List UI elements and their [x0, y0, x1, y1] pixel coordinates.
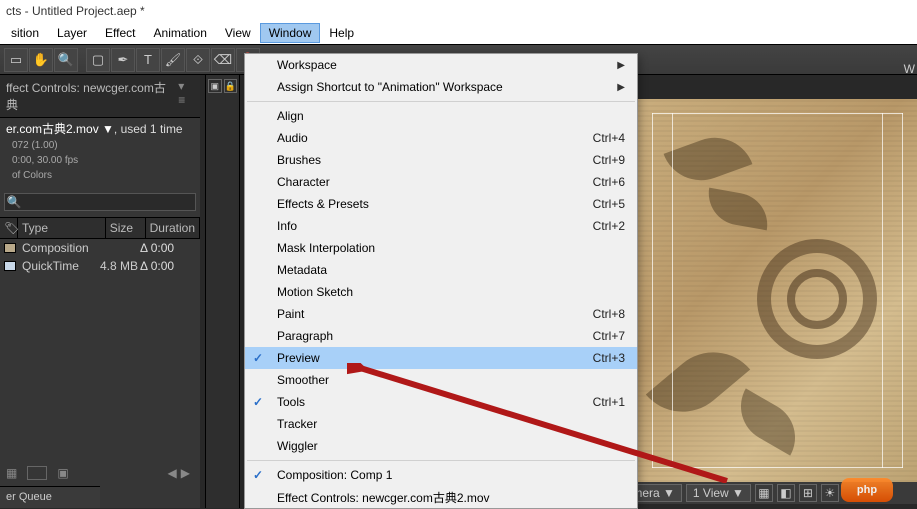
exposure-icon[interactable]: ☀	[821, 484, 839, 502]
col-type[interactable]: Type	[18, 218, 106, 238]
menu-window[interactable]: Window	[260, 23, 321, 43]
submenu-arrow-icon: ▶	[617, 60, 625, 71]
menu-view[interactable]: View	[216, 23, 260, 43]
project-footer: ▦ ▣ ◀ ▶	[0, 464, 190, 482]
menu-item-smoother[interactable]: Smoother	[245, 369, 637, 391]
menu-item-mask-interpolation[interactable]: Mask Interpolation	[245, 237, 637, 259]
menu-item-preview[interactable]: ✓PreviewCtrl+3	[245, 347, 637, 369]
project-panel: ffect Controls: newcger.com古典 ▾ ≡ er.com…	[0, 75, 200, 508]
menu-item-composition-comp-1[interactable]: ✓Composition: Comp 1	[245, 464, 637, 486]
pen-tool-icon[interactable]: ✒	[111, 48, 135, 72]
col-size[interactable]: Size	[106, 218, 146, 238]
render-queue-tab[interactable]: er Queue	[0, 486, 100, 508]
menu-item-effects-presets[interactable]: Effects & PresetsCtrl+5	[245, 193, 637, 215]
viewer-canvas[interactable]	[638, 99, 917, 482]
menu-item-workspace[interactable]: Workspace▶	[245, 54, 637, 76]
project-list: CompositionΔ 0:00QuickTime4.8 MBΔ 0:00	[0, 239, 200, 275]
col-duration[interactable]: Duration	[146, 218, 200, 238]
menu-help[interactable]: Help	[320, 23, 363, 43]
menu-item-brushes[interactable]: BrushesCtrl+9	[245, 149, 637, 171]
rect-tool-icon[interactable]: ▢	[86, 48, 110, 72]
new-comp-icon[interactable]: ▣	[57, 466, 68, 480]
scroll-right-icon[interactable]: ▶	[181, 466, 190, 480]
menu-composition[interactable]: sition	[2, 23, 48, 43]
menu-layer[interactable]: Layer	[48, 23, 96, 43]
panel-menu-icon[interactable]: ▾ ≡	[178, 79, 194, 113]
timecode-icon[interactable]: ⊞	[799, 484, 817, 502]
list-item[interactable]: CompositionΔ 0:00	[0, 239, 200, 257]
item-swatch-icon	[4, 261, 16, 271]
check-icon: ✓	[253, 395, 263, 409]
php-watermark: php	[841, 478, 893, 502]
timeline-gutter: ▣ 🔒	[205, 75, 240, 508]
menu-item-metadata[interactable]: Metadata	[245, 259, 637, 281]
workspace-label: W	[904, 62, 915, 76]
mask-icon[interactable]: ◧	[777, 484, 795, 502]
lock-icon[interactable]: 🔒	[224, 79, 238, 93]
bpc-icon[interactable]: ▦	[6, 466, 17, 480]
check-icon: ✓	[253, 468, 263, 482]
effect-controls-tab[interactable]: ffect Controls: newcger.com古典 ▾ ≡	[0, 75, 200, 118]
window-title: cts - Untitled Project.aep *	[6, 4, 145, 18]
label-icon: 🏷	[4, 221, 19, 235]
zoom-tool-icon[interactable]: 🔍	[54, 48, 78, 72]
list-item[interactable]: QuickTime4.8 MBΔ 0:00	[0, 257, 200, 275]
selection-tool-icon[interactable]: ▭	[4, 48, 28, 72]
menu-animation[interactable]: Animation	[145, 23, 216, 43]
menu-item-motion-sketch[interactable]: Motion Sketch	[245, 281, 637, 303]
check-icon: ✓	[253, 351, 263, 365]
menu-item-tools[interactable]: ✓ToolsCtrl+1	[245, 391, 637, 413]
menu-effect[interactable]: Effect	[96, 23, 144, 43]
menu-item-assign-shortcut-to-animation-workspace[interactable]: Assign Shortcut to "Animation" Workspace…	[245, 76, 637, 98]
menu-item-wiggler[interactable]: Wiggler	[245, 435, 637, 457]
menu-item-character[interactable]: CharacterCtrl+6	[245, 171, 637, 193]
search-input[interactable]: 🔍	[4, 193, 196, 211]
menu-item-effect-controls-newcger-com-2-mov[interactable]: Effect Controls: newcger.com古典2.mov	[245, 486, 637, 508]
scroll-left-icon[interactable]: ◀	[168, 466, 177, 480]
menu-bar: sition Layer Effect Animation View Windo…	[0, 22, 917, 44]
menu-item-paint[interactable]: PaintCtrl+8	[245, 303, 637, 325]
menu-item-align[interactable]: Align	[245, 105, 637, 127]
menu-item-paragraph[interactable]: ParagraphCtrl+7	[245, 325, 637, 347]
grid-icon[interactable]: ▦	[755, 484, 773, 502]
eraser-tool-icon[interactable]: ⌫	[211, 48, 235, 72]
menu-item-info[interactable]: InfoCtrl+2	[245, 215, 637, 237]
menu-item-audio[interactable]: AudioCtrl+4	[245, 127, 637, 149]
project-columns: 🏷 Type Size Duration	[0, 217, 200, 239]
window-menu-dropdown: Workspace▶Assign Shortcut to "Animation"…	[244, 53, 638, 509]
brush-tool-icon[interactable]: 🖌	[161, 48, 185, 72]
submenu-arrow-icon: ▶	[617, 82, 625, 93]
type-tool-icon[interactable]: T	[136, 48, 160, 72]
new-folder-icon[interactable]	[27, 466, 47, 480]
menu-item-tracker[interactable]: Tracker	[245, 413, 637, 435]
item-swatch-icon	[4, 243, 16, 253]
clone-tool-icon[interactable]: ⟐	[186, 48, 210, 72]
title-bar: cts - Untitled Project.aep *	[0, 0, 917, 22]
hand-tool-icon[interactable]: ✋	[29, 48, 53, 72]
project-item[interactable]: er.com古典2.mov ▼, used 1 time 072 (1.00) …	[0, 118, 200, 187]
view-layout-dropdown[interactable]: 1 View ▼	[686, 484, 751, 502]
search-icon: 🔍	[5, 195, 23, 209]
comp-mini-icon[interactable]: ▣	[208, 79, 222, 93]
composition-viewer	[638, 75, 917, 482]
